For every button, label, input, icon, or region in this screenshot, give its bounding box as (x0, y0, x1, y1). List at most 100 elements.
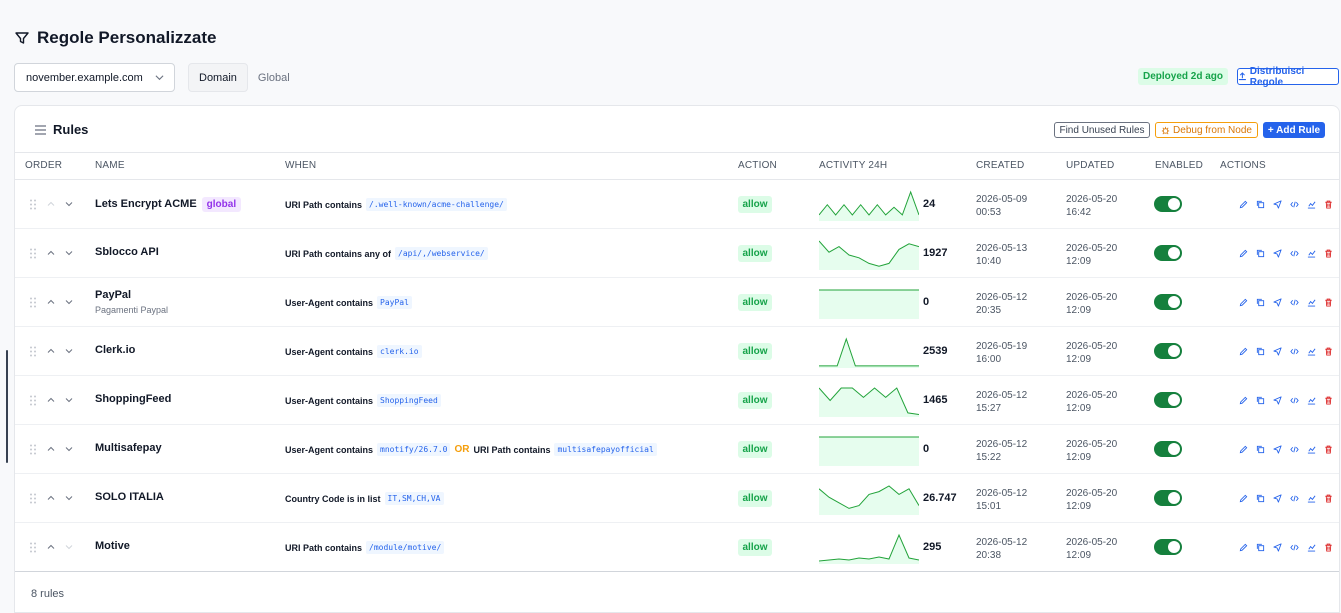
copy-icon[interactable] (1256, 396, 1265, 405)
trash-icon[interactable] (1324, 298, 1333, 307)
enabled-toggle[interactable] (1154, 392, 1182, 408)
move-down-icon[interactable] (65, 249, 73, 257)
stats-icon[interactable] (1307, 249, 1316, 258)
code-icon[interactable] (1290, 494, 1299, 503)
send-icon[interactable] (1273, 543, 1282, 552)
send-icon[interactable] (1273, 347, 1282, 356)
trash-icon[interactable] (1324, 347, 1333, 356)
send-icon[interactable] (1273, 298, 1282, 307)
trash-icon[interactable] (1324, 249, 1333, 258)
copy-icon[interactable] (1256, 543, 1265, 552)
add-rule-button[interactable]: + Add Rule (1263, 122, 1325, 138)
code-icon[interactable] (1290, 347, 1299, 356)
drag-handle-icon[interactable] (29, 346, 37, 357)
pencil-icon[interactable] (1239, 543, 1248, 552)
enabled-toggle[interactable] (1154, 441, 1182, 457)
distribute-rules-button[interactable]: Distribuisci Regole (1237, 66, 1339, 88)
drag-handle-icon[interactable] (29, 444, 37, 455)
copy-icon[interactable] (1256, 494, 1265, 503)
enabled-toggle[interactable] (1154, 490, 1182, 506)
move-up-icon[interactable] (47, 445, 55, 453)
rule-name[interactable]: SOLO ITALIA (95, 491, 164, 503)
th-created[interactable]: CREATED (976, 160, 1024, 171)
stats-icon[interactable] (1307, 494, 1316, 503)
trash-icon[interactable] (1324, 445, 1333, 454)
send-icon[interactable] (1273, 494, 1282, 503)
domain-select[interactable]: november.example.com (14, 63, 175, 92)
stats-icon[interactable] (1307, 347, 1316, 356)
drag-handle-icon[interactable] (29, 248, 37, 259)
stats-icon[interactable] (1307, 396, 1316, 405)
code-icon[interactable] (1290, 396, 1299, 405)
drag-handle-icon[interactable] (29, 395, 37, 406)
move-up-icon[interactable] (47, 249, 55, 257)
drag-handle-icon[interactable] (29, 199, 37, 210)
code-icon[interactable] (1290, 543, 1299, 552)
drag-handle-icon[interactable] (29, 297, 37, 308)
tab-global[interactable]: Global (248, 63, 300, 92)
tab-domain[interactable]: Domain (188, 63, 248, 92)
side-scroll-indicator[interactable] (6, 350, 8, 463)
rule-name[interactable]: Lets Encrypt ACME global (95, 197, 242, 212)
enabled-toggle[interactable] (1154, 196, 1182, 212)
copy-icon[interactable] (1256, 200, 1265, 209)
debug-from-node-button[interactable]: Debug from Node (1155, 122, 1258, 138)
th-name[interactable]: NAME (95, 160, 125, 171)
trash-icon[interactable] (1324, 200, 1333, 209)
rule-name[interactable]: Sblocco API (95, 246, 159, 258)
pencil-icon[interactable] (1239, 347, 1248, 356)
send-icon[interactable] (1273, 200, 1282, 209)
copy-icon[interactable] (1256, 249, 1265, 258)
code-icon[interactable] (1290, 200, 1299, 209)
enabled-toggle[interactable] (1154, 294, 1182, 310)
copy-icon[interactable] (1256, 445, 1265, 454)
move-down-icon[interactable] (65, 445, 73, 453)
move-down-icon[interactable] (65, 298, 73, 306)
stats-icon[interactable] (1307, 543, 1316, 552)
copy-icon[interactable] (1256, 347, 1265, 356)
pencil-icon[interactable] (1239, 396, 1248, 405)
move-up-icon[interactable] (47, 543, 55, 551)
pencil-icon[interactable] (1239, 445, 1248, 454)
rule-name[interactable]: PayPal (95, 289, 131, 301)
enabled-toggle[interactable] (1154, 245, 1182, 261)
send-icon[interactable] (1273, 445, 1282, 454)
pencil-icon[interactable] (1239, 200, 1248, 209)
rule-name[interactable]: Motive (95, 540, 130, 552)
move-down-icon[interactable] (65, 200, 73, 208)
trash-icon[interactable] (1324, 543, 1333, 552)
move-up-icon[interactable] (47, 298, 55, 306)
move-up-icon[interactable] (47, 396, 55, 404)
th-order[interactable]: ORDER (25, 160, 62, 171)
stats-icon[interactable] (1307, 298, 1316, 307)
drag-handle-icon[interactable] (29, 493, 37, 504)
trash-icon[interactable] (1324, 494, 1333, 503)
move-down-icon[interactable] (65, 494, 73, 502)
stats-icon[interactable] (1307, 445, 1316, 454)
move-down-icon[interactable] (65, 347, 73, 355)
rule-name[interactable]: ShoppingFeed (95, 393, 171, 405)
send-icon[interactable] (1273, 249, 1282, 258)
th-updated[interactable]: UPDATED (1066, 160, 1114, 171)
code-icon[interactable] (1290, 445, 1299, 454)
pencil-icon[interactable] (1239, 249, 1248, 258)
move-up-icon[interactable] (47, 347, 55, 355)
stats-icon[interactable] (1307, 200, 1316, 209)
move-down-icon[interactable] (65, 396, 73, 404)
enabled-toggle[interactable] (1154, 343, 1182, 359)
trash-icon[interactable] (1324, 396, 1333, 405)
rule-name[interactable]: Clerk.io (95, 344, 135, 356)
pencil-icon[interactable] (1239, 298, 1248, 307)
move-down-icon[interactable] (65, 543, 73, 551)
send-icon[interactable] (1273, 396, 1282, 405)
rule-name[interactable]: Multisafepay (95, 442, 162, 454)
find-unused-rules-button[interactable]: Find Unused Rules (1054, 122, 1150, 138)
copy-icon[interactable] (1256, 298, 1265, 307)
move-up-icon[interactable] (47, 200, 55, 208)
code-icon[interactable] (1290, 249, 1299, 258)
pencil-icon[interactable] (1239, 494, 1248, 503)
drag-handle-icon[interactable] (29, 542, 37, 553)
code-icon[interactable] (1290, 298, 1299, 307)
enabled-toggle[interactable] (1154, 539, 1182, 555)
move-up-icon[interactable] (47, 494, 55, 502)
